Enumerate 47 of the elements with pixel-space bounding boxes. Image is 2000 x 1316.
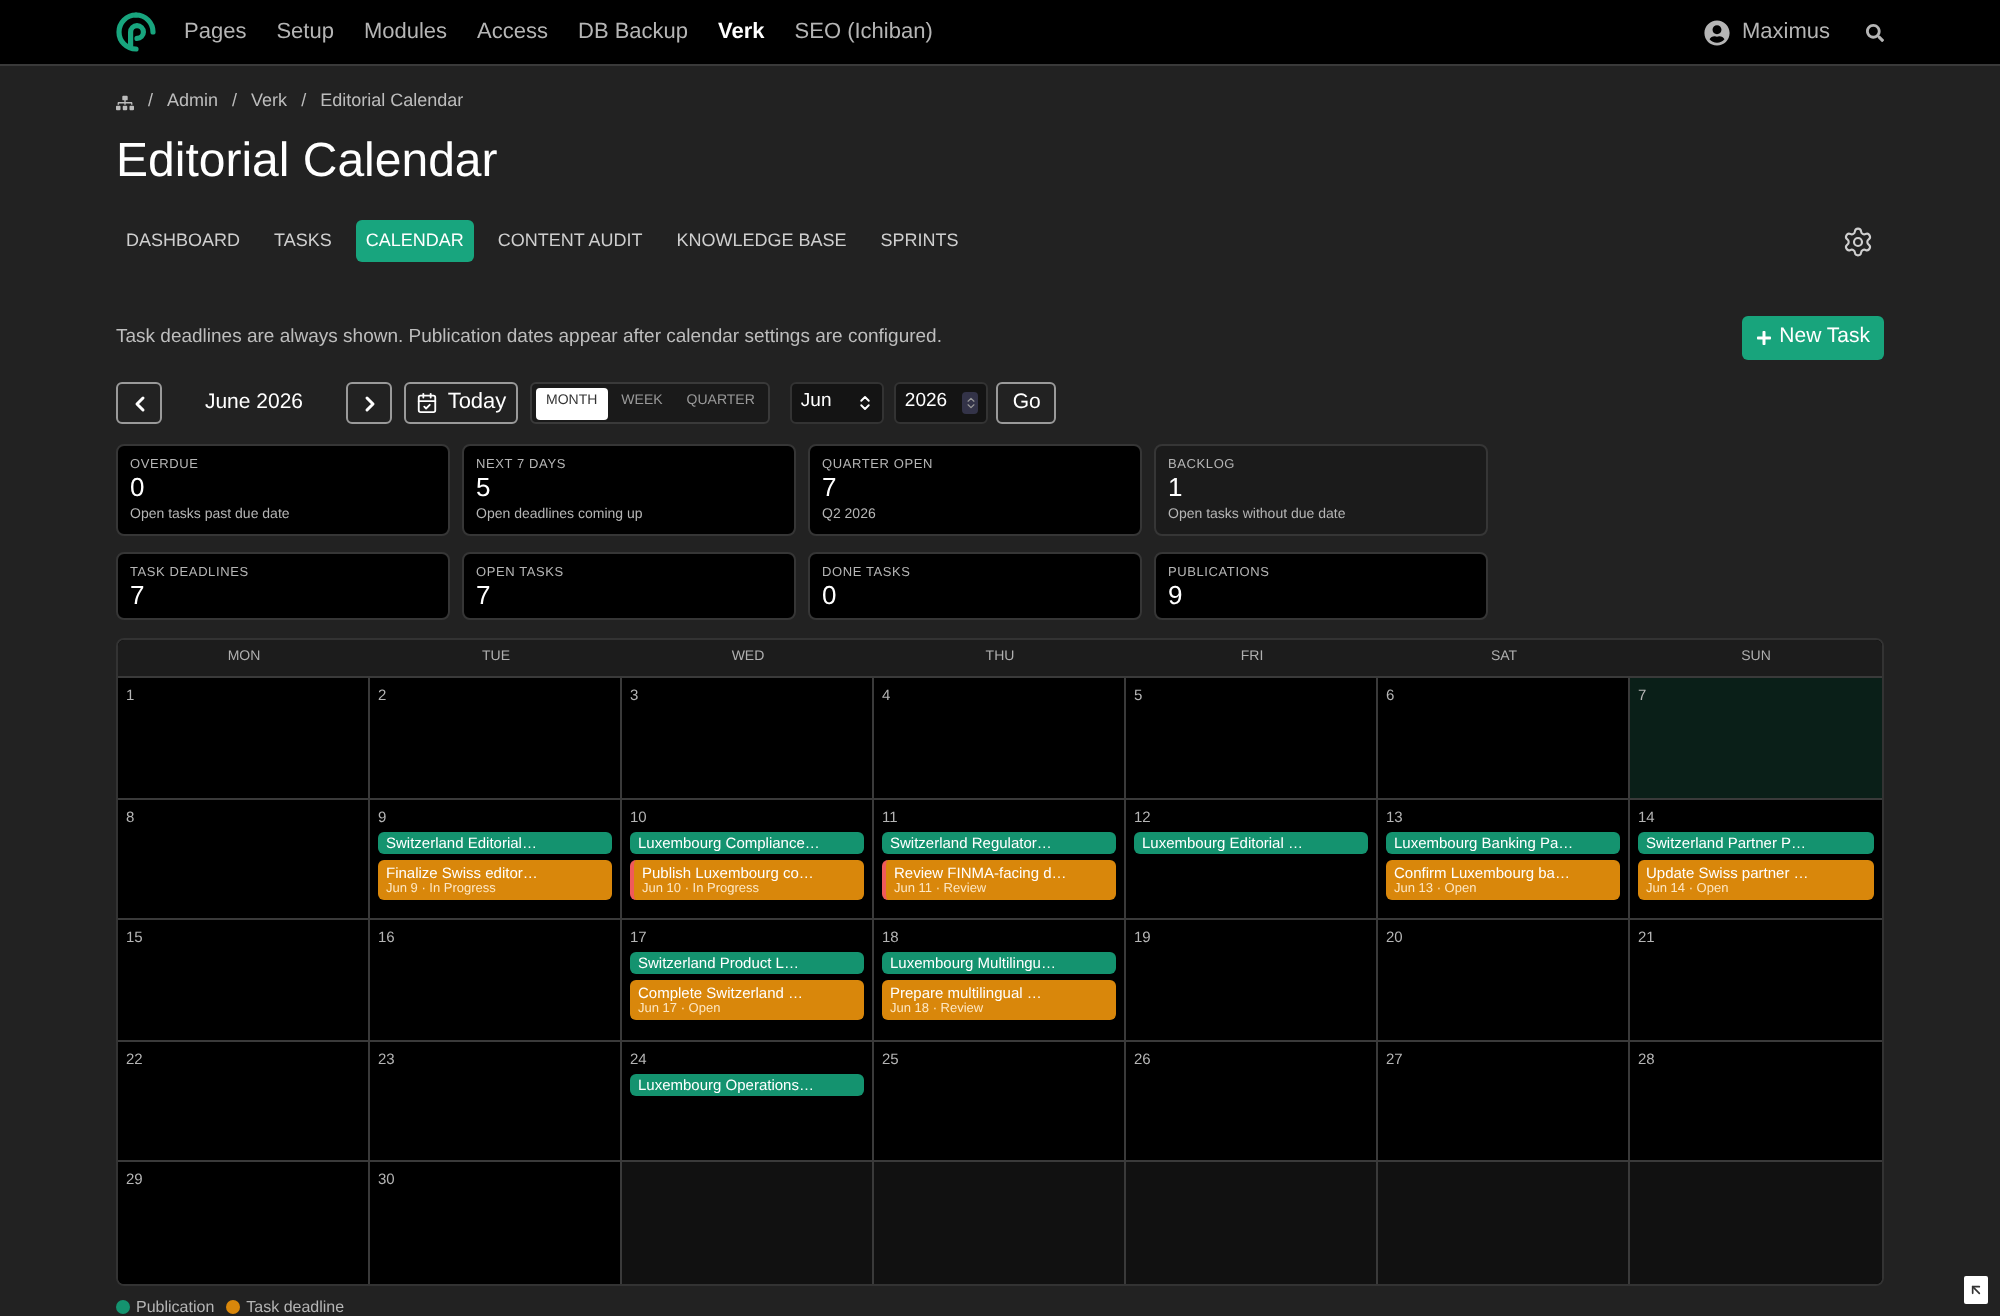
- legend-label: Task deadline: [246, 1295, 345, 1316]
- nav-link[interactable]: Modules: [363, 15, 448, 49]
- month-select[interactable]: Jun: [790, 382, 885, 424]
- user-avatar-icon[interactable]: [1703, 19, 1730, 45]
- nav-link[interactable]: Access: [477, 15, 548, 49]
- year-input[interactable]: 2026: [894, 382, 989, 424]
- up-down-icon: [856, 394, 875, 412]
- stat-value: 7: [130, 582, 147, 610]
- nav-link[interactable]: DB Backup: [578, 15, 689, 49]
- go-button[interactable]: Go: [996, 382, 1057, 424]
- settings-icon[interactable]: [1842, 225, 1874, 257]
- nav-link[interactable]: Setup: [276, 15, 334, 49]
- sitemap-icon[interactable]: [116, 93, 134, 111]
- info-text: Task deadlines are always shown. Publication dates appear after calendar settings are configured.: [116, 323, 942, 352]
- today-button[interactable]: Today: [404, 382, 518, 424]
- nav-link[interactable]: SEO (Ichiban): [794, 15, 933, 49]
- stat-value: 0: [822, 582, 839, 610]
- search-icon[interactable]: [1866, 23, 1884, 41]
- page-title: Editorial Calendar: [116, 132, 500, 192]
- breadcrumb-link[interactable]: Admin: [167, 88, 219, 116]
- next-button[interactable]: [346, 382, 392, 424]
- spinner-icon[interactable]: [962, 392, 979, 414]
- nav-link[interactable]: Pages: [184, 15, 247, 49]
- stat-value: 5: [476, 474, 493, 502]
- plus-icon: [1755, 330, 1772, 346]
- stat-value: 7: [476, 582, 493, 610]
- tab[interactable]: TASKS: [264, 220, 342, 262]
- tab[interactable]: KNOWLEDGE BASE: [666, 220, 857, 262]
- breadcrumb-link[interactable]: Verk: [251, 88, 288, 116]
- stat-value: 9: [1168, 582, 1185, 610]
- logo-icon[interactable]: [116, 12, 156, 52]
- tab[interactable]: DASHBOARD: [116, 220, 251, 262]
- user-name[interactable]: Maximus: [1741, 15, 1830, 49]
- calendar-check-icon: [415, 392, 438, 414]
- breadcrumb-separator: /: [148, 88, 154, 115]
- breadcrumb-link[interactable]: Editorial Calendar: [320, 88, 464, 116]
- nav-link[interactable]: Verk: [718, 15, 765, 49]
- tab[interactable]: CONTENT AUDIT: [487, 220, 653, 262]
- stat-value: 1: [1168, 474, 1185, 502]
- previous-button[interactable]: [116, 382, 162, 424]
- legend-label: Publication: [136, 1295, 215, 1316]
- period-label: June 2026: [202, 387, 306, 418]
- stat-value: 0: [130, 474, 147, 502]
- breadcrumb-separator: /: [301, 88, 307, 115]
- tab[interactable]: SPRINTS: [870, 220, 969, 262]
- stat-value: 7: [822, 474, 839, 502]
- breadcrumb-separator: /: [232, 88, 238, 115]
